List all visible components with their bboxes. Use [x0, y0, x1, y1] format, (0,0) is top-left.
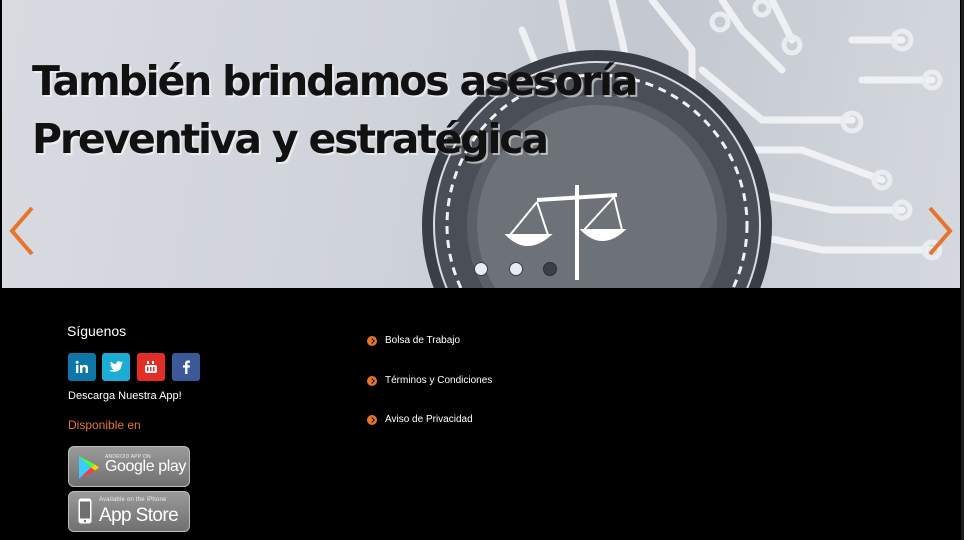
google-play-icon: [79, 456, 99, 479]
twitter-icon: [109, 361, 123, 372]
carousel-prev-button[interactable]: [6, 204, 40, 258]
facebook-icon: [183, 360, 190, 374]
arrow-circle-right-icon: [367, 376, 377, 386]
youtube-button[interactable]: [137, 353, 165, 381]
download-app-text: Descarga Nuestra App!: [68, 390, 182, 402]
iphone-icon: [78, 498, 92, 524]
arrow-circle-right-icon: [367, 415, 377, 425]
footer-link-label: Términos y Condiciones: [385, 375, 493, 386]
app-store-badge-small-text: Available on the iPhone: [99, 497, 167, 503]
app-store-badge[interactable]: Available on the iPhone App Store: [68, 491, 190, 532]
carousel-dot-2[interactable]: [509, 262, 523, 276]
google-play-badge-text: Google play: [105, 458, 186, 475]
hero-carousel: También brindamos asesoría Preventiva y …: [2, 0, 960, 288]
carousel-dot-3-active[interactable]: [543, 262, 557, 276]
chevron-left-icon: [9, 206, 34, 256]
arrow-circle-right-icon: [367, 336, 377, 346]
twitter-button[interactable]: [102, 353, 130, 381]
carousel-dot-1[interactable]: [474, 262, 488, 276]
chevron-right-icon: [928, 206, 953, 256]
google-play-badge[interactable]: ANDROID APP ON Google play: [68, 446, 190, 487]
facebook-button[interactable]: [172, 353, 200, 381]
follow-heading: Síguenos: [67, 323, 127, 339]
hero-title-line-1: También brindamos asesoría: [32, 57, 639, 105]
linkedin-button[interactable]: [68, 353, 96, 381]
footer-link-label: Aviso de Privacidad: [385, 414, 473, 425]
page: También brindamos asesoría Preventiva y …: [0, 0, 964, 540]
linkedin-icon: [75, 360, 88, 373]
hero-title: También brindamos asesoría Preventiva y …: [32, 52, 639, 168]
available-on-heading: Disponible en: [68, 418, 141, 432]
footer: Síguenos Descarga Nuestra App! Disponibl…: [0, 288, 961, 540]
carousel-next-button[interactable]: [922, 204, 956, 258]
youtube-icon: [145, 361, 157, 373]
footer-link-label: Bolsa de Trabajo: [385, 335, 461, 346]
app-store-badge-text: App Store: [99, 505, 179, 526]
hero-title-line-2: Preventiva y estratégica: [32, 115, 549, 163]
